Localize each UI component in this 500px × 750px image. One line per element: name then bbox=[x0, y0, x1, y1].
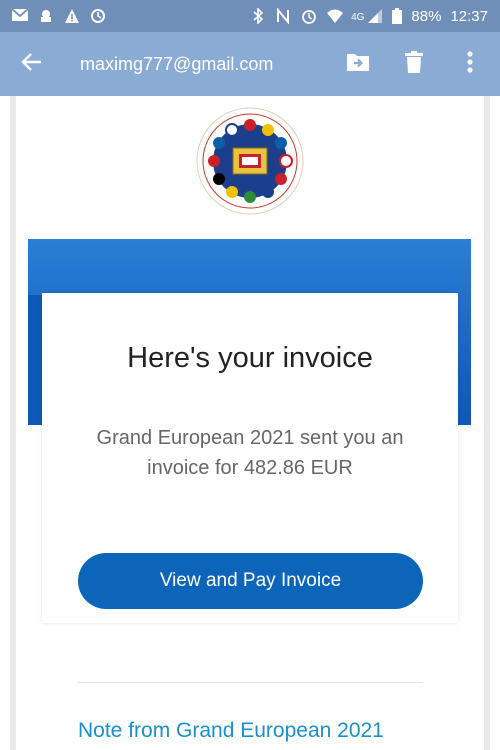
note-title: Note from Grand European 2021 bbox=[78, 719, 384, 742]
content-edge-left bbox=[10, 96, 16, 750]
app-bar-actions bbox=[342, 48, 486, 80]
alarm-icon bbox=[301, 8, 317, 24]
delete-icon bbox=[405, 50, 423, 78]
more-options-button[interactable] bbox=[454, 48, 486, 80]
move-to-folder-button[interactable] bbox=[342, 48, 374, 80]
nfc-icon bbox=[276, 7, 292, 25]
clock: 12:37 bbox=[450, 7, 488, 25]
invoice-title: Here's your invoice bbox=[127, 342, 373, 374]
divider bbox=[78, 682, 423, 683]
email-body: Here's your invoice Grand European 2021 … bbox=[0, 96, 500, 750]
battery-percentage: 88% bbox=[411, 7, 442, 25]
network-type: 4G bbox=[351, 11, 365, 23]
sync-icon bbox=[90, 8, 106, 24]
back-arrow-icon bbox=[21, 51, 43, 78]
bluetooth-icon bbox=[251, 7, 267, 25]
back-button[interactable] bbox=[14, 46, 50, 82]
signal-icon bbox=[367, 8, 383, 24]
gmail-icon bbox=[11, 8, 29, 24]
battery-icon bbox=[392, 8, 403, 24]
invoice-card-lip bbox=[56, 293, 443, 311]
app-bar: maximg777@gmail.com bbox=[0, 32, 500, 96]
move-to-folder-icon bbox=[346, 52, 370, 77]
wifi-icon bbox=[326, 8, 344, 24]
invoice-description: Grand European 2021 sent you an invoice … bbox=[96, 427, 404, 479]
view-and-pay-button[interactable]: View and Pay Invoice bbox=[78, 553, 423, 609]
more-options-icon bbox=[467, 50, 473, 78]
status-right-icons: 4G 88% 12:37 bbox=[251, 7, 488, 25]
grand-european-logo bbox=[195, 106, 305, 216]
warning-icon bbox=[64, 8, 80, 24]
content-edge-right bbox=[484, 96, 490, 750]
delete-button[interactable] bbox=[398, 48, 430, 80]
status-bar: 4G 88% 12:37 bbox=[0, 0, 500, 32]
notification-icon bbox=[38, 8, 54, 24]
status-left-icons bbox=[11, 8, 106, 24]
sender-email: maximg777@gmail.com bbox=[80, 53, 274, 74]
